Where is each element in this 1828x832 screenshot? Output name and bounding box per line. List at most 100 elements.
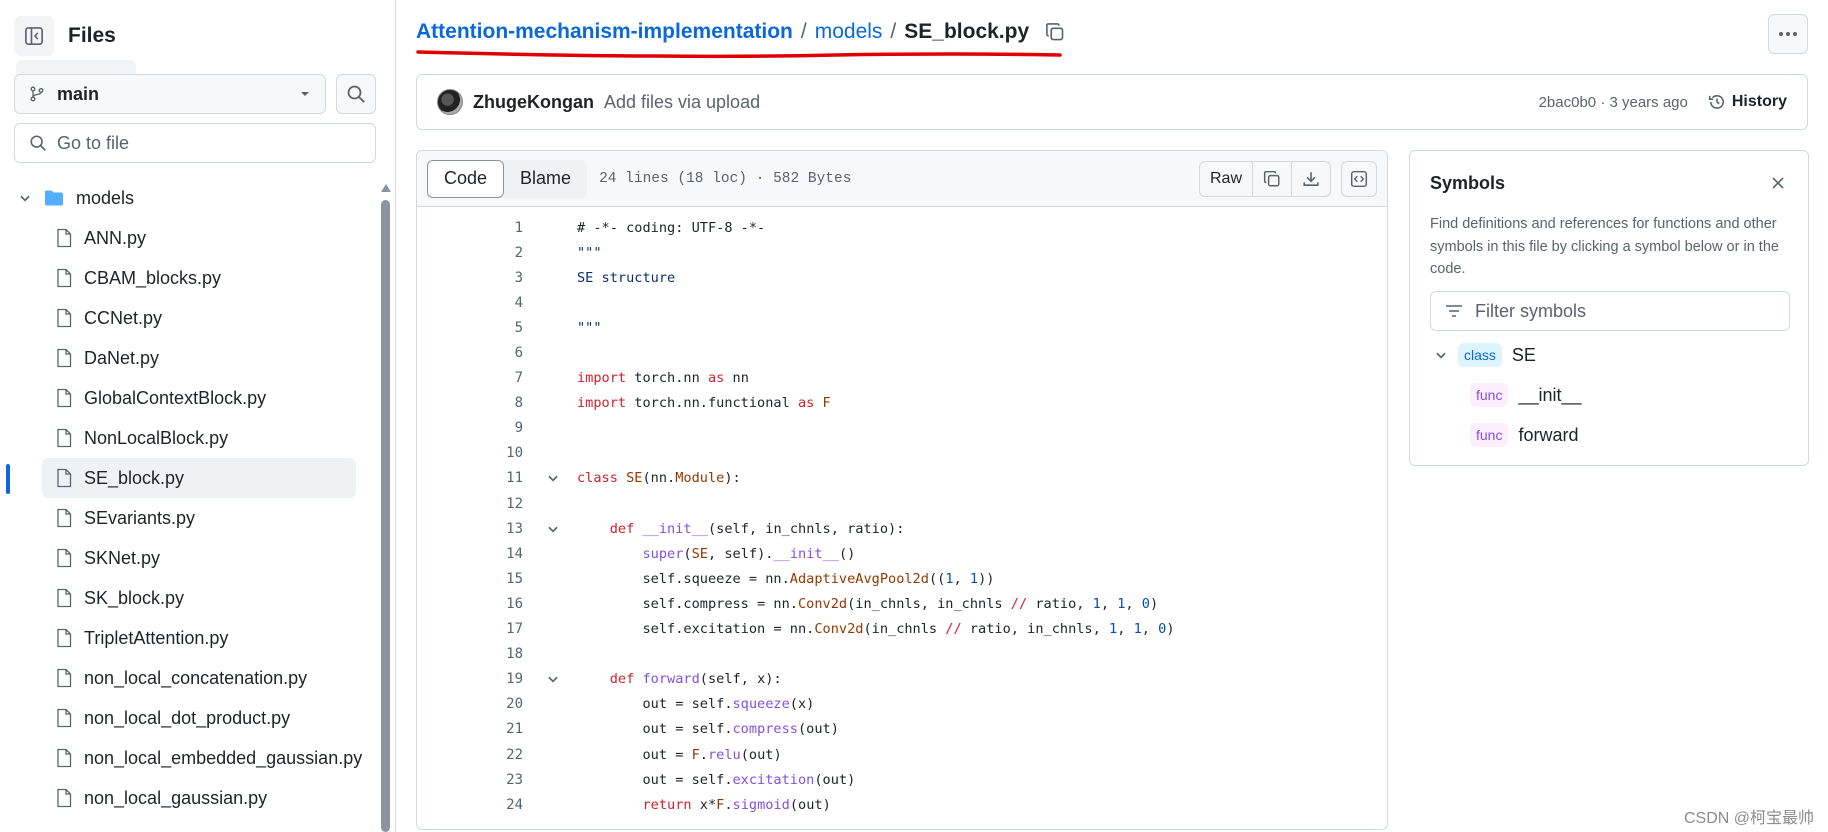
copy-raw-button[interactable] [1253,161,1292,196]
line-number[interactable]: 6 [417,345,523,361]
symbol-item-func-init[interactable]: func __init__ [1470,383,1582,407]
file-label: DaNet.py [84,347,160,368]
fold-toggle[interactable] [541,471,565,485]
scrollbar-up-arrow[interactable] [381,184,391,192]
line-number[interactable]: 19 [417,671,523,687]
line-number[interactable]: 17 [417,621,523,637]
download-icon [1303,171,1319,186]
more-options-button[interactable] [1768,14,1808,54]
tab-blame[interactable]: Blame [504,160,587,198]
line-number[interactable]: 8 [417,395,523,411]
tree-file-item[interactable]: SKNet.py [0,538,370,578]
history-button[interactable]: History [1708,93,1787,111]
tree-file-item[interactable]: SK_block.py [0,578,370,618]
code-line: 2 """ [417,240,1387,265]
line-number[interactable]: 3 [417,270,523,286]
tree-folder-models[interactable]: models [0,178,370,218]
search-files-button[interactable] [336,74,376,114]
avatar[interactable] [437,89,463,115]
filter-symbols-field[interactable] [1430,291,1790,331]
symbol-name: SE [1511,344,1536,365]
tree-file-item[interactable]: CCNet.py [0,298,370,338]
breadcrumb-repo-link[interactable]: Attention-mechanism-implementation [416,20,793,44]
download-button[interactable] [1292,162,1330,196]
tree-file-item[interactable]: non_local_gaussian.py [0,778,370,818]
code-text: def forward(self, x): [609,671,782,688]
tree-file-item[interactable]: non_local_concatenation.py [0,658,370,698]
symbols-panel: Symbols Find definitions and references … [1409,150,1809,466]
tree-file-item[interactable]: DaNet.py [0,338,370,378]
code-text: # -*- coding: UTF-8 -*- [577,219,766,236]
go-to-file-input[interactable] [57,132,357,154]
tree-file-item[interactable]: non_local_dot_product.py [0,698,370,738]
code-line: 8 import torch.nn.functional as F [417,391,1387,416]
code-viewer: Code Blame 24 lines (18 loc) · 582 Bytes… [416,150,1388,830]
branch-selector[interactable]: main [14,74,326,114]
symbol-item-func-forward[interactable]: func forward [1470,423,1579,447]
line-number[interactable]: 23 [417,772,523,788]
line-number[interactable]: 7 [417,370,523,386]
tree-file-item[interactable]: SE_block.py [42,458,356,498]
code-line: 14 super(SE, self).__init__() [417,541,1387,566]
line-number[interactable]: 4 [417,295,523,311]
tree-file-item[interactable]: ANN.py [0,218,370,258]
file-label: SEvariants.py [84,507,196,528]
file-icon [57,668,72,688]
scrollbar-thumb[interactable] [381,200,390,832]
code-line: 17 self.excitation = nn.Conv2d(in_chnls … [417,617,1387,642]
line-number[interactable]: 24 [417,797,523,813]
chevron-down-icon [548,676,558,683]
line-number[interactable]: 12 [417,496,523,512]
raw-button[interactable]: Raw [1200,161,1253,196]
line-number[interactable]: 15 [417,571,523,587]
code-line: 7 import torch.nn as nn [417,366,1387,391]
tree-file-item[interactable]: CBAM_blocks.py [0,258,370,298]
tab-code[interactable]: Code [427,159,505,198]
file-label: CBAM_blocks.py [84,267,222,288]
line-number[interactable]: 9 [417,420,523,436]
commit-hash-time[interactable]: 2bac0b0 · 3 years ago [1539,94,1688,111]
file-label: GlobalContextBlock.py [84,387,267,408]
tree-file-item[interactable]: SEvariants.py [0,498,370,538]
kebab-horizontal-icon [1779,32,1797,36]
symbol-item-class-se[interactable]: class SE [1434,343,1536,367]
line-number[interactable]: 22 [417,747,523,763]
line-number[interactable]: 2 [417,245,523,261]
line-number[interactable]: 10 [417,445,523,461]
code-line: 12 [417,491,1387,516]
line-number[interactable]: 13 [417,521,523,537]
tree-file-item[interactable]: non_local_embedded_gaussian.py [0,738,370,778]
code-text: import torch.nn as nn [577,370,749,387]
collapse-sidebar-button[interactable] [14,16,54,56]
code-toolbar: Code Blame 24 lines (18 loc) · 582 Bytes… [417,151,1387,207]
symbols-panel-toggle[interactable] [1341,160,1377,197]
tree-file-item[interactable]: TripletAttention.py [0,618,370,658]
line-number[interactable]: 11 [417,470,523,486]
code-line: 1 # -*- coding: UTF-8 -*- [417,215,1387,240]
code-line: 21 out = self.compress(out) [417,717,1387,742]
commit-author[interactable]: ZhugeKongan [473,92,594,113]
fold-toggle[interactable] [541,522,565,536]
file-icon [57,468,72,488]
filter-symbols-input[interactable] [1475,300,1775,322]
line-number[interactable]: 16 [417,596,523,612]
tree-file-item[interactable]: GlobalContextBlock.py [0,378,370,418]
go-to-file-field[interactable] [14,123,376,163]
line-number[interactable]: 21 [417,721,523,737]
file-icon [57,628,72,648]
line-number[interactable]: 14 [417,546,523,562]
breadcrumb-folder-link[interactable]: models [815,20,883,44]
fold-toggle[interactable] [541,672,565,686]
code-text: self.compress = nn.Conv2d(in_chnls, in_c… [577,595,1159,612]
line-number[interactable]: 20 [417,696,523,712]
code-line: 5 """ [417,315,1387,340]
line-number[interactable]: 5 [417,320,523,336]
close-symbols-button[interactable] [1768,173,1788,193]
file-label: non_local_gaussian.py [84,787,268,808]
copy-path-button[interactable] [1045,22,1065,42]
line-number[interactable]: 1 [417,220,523,236]
tree-file-item[interactable]: NonLocalBlock.py [0,418,370,458]
commit-message[interactable]: Add files via upload [604,92,1539,113]
file-icon [57,268,72,288]
line-number[interactable]: 18 [417,646,523,662]
